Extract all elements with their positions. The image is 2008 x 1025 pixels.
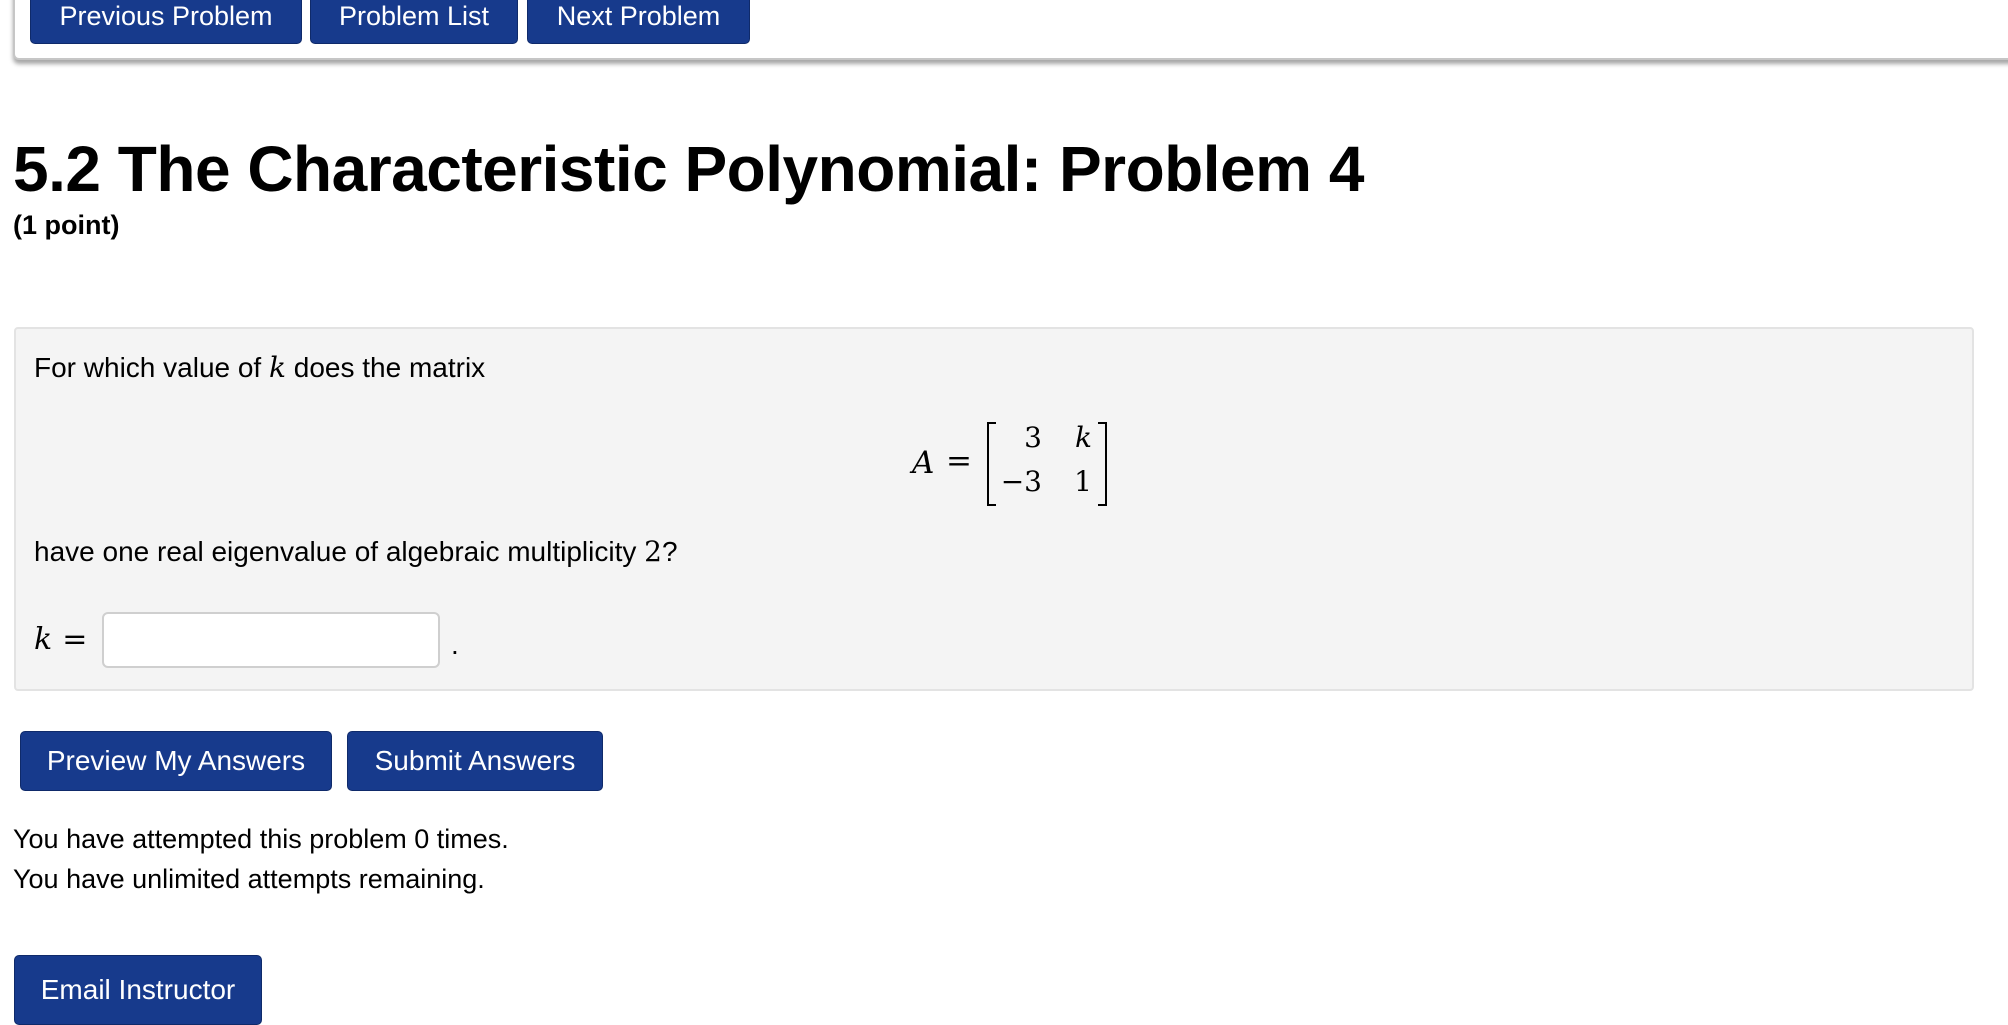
attempts-remaining: You have unlimited attempts remaining. bbox=[13, 864, 485, 894]
submit-answers-button[interactable]: Submit Answers bbox=[347, 731, 603, 791]
matrix-cell-r1c2: k bbox=[1075, 421, 1092, 454]
answer-variable: k bbox=[34, 622, 53, 657]
answer-input[interactable] bbox=[102, 612, 440, 668]
question-text-before: have one real eigenvalue of algebraic mu… bbox=[34, 536, 645, 567]
matrix-cell-r2c2: 1 bbox=[1074, 465, 1092, 498]
preview-answers-button[interactable]: Preview My Answers bbox=[20, 731, 332, 791]
problem-question: have one real eigenvalue of algebraic mu… bbox=[34, 535, 678, 568]
matrix-name: A bbox=[912, 445, 935, 481]
next-problem-button[interactable]: Next Problem bbox=[527, 0, 750, 44]
question-text-after: ? bbox=[661, 536, 678, 567]
question-multiplicity: 2 bbox=[644, 535, 662, 568]
problem-list-button[interactable]: Problem List bbox=[310, 0, 518, 44]
answer-suffix: . bbox=[451, 629, 459, 660]
email-instructor-button[interactable]: Email Instructor bbox=[14, 955, 262, 1025]
attempts-status: You have attempted this problem 0 times. bbox=[13, 824, 509, 854]
matrix-cell-r1c1: 3 bbox=[1024, 421, 1042, 454]
answer-equals: = bbox=[62, 622, 88, 657]
problem-prompt: For which value of k does the matrix bbox=[34, 351, 485, 384]
prompt-text-before: For which value of bbox=[34, 352, 269, 383]
problem-title: 5.2 The Characteristic Polynomial: Probl… bbox=[13, 133, 1364, 205]
prompt-variable: k bbox=[269, 351, 286, 384]
matrix-equation: A = 3 k −3 1 bbox=[912, 421, 1112, 507]
matrix-equals: = bbox=[946, 443, 972, 479]
prompt-text-after: does the matrix bbox=[285, 352, 486, 383]
answer-label: k = bbox=[34, 622, 87, 657]
matrix-cell-r2c1: −3 bbox=[1000, 465, 1042, 498]
problem-body: For which value of k does the matrix A =… bbox=[14, 327, 1974, 691]
problem-points: (1 point) bbox=[13, 210, 120, 240]
previous-problem-button[interactable]: Previous Problem bbox=[30, 0, 302, 44]
